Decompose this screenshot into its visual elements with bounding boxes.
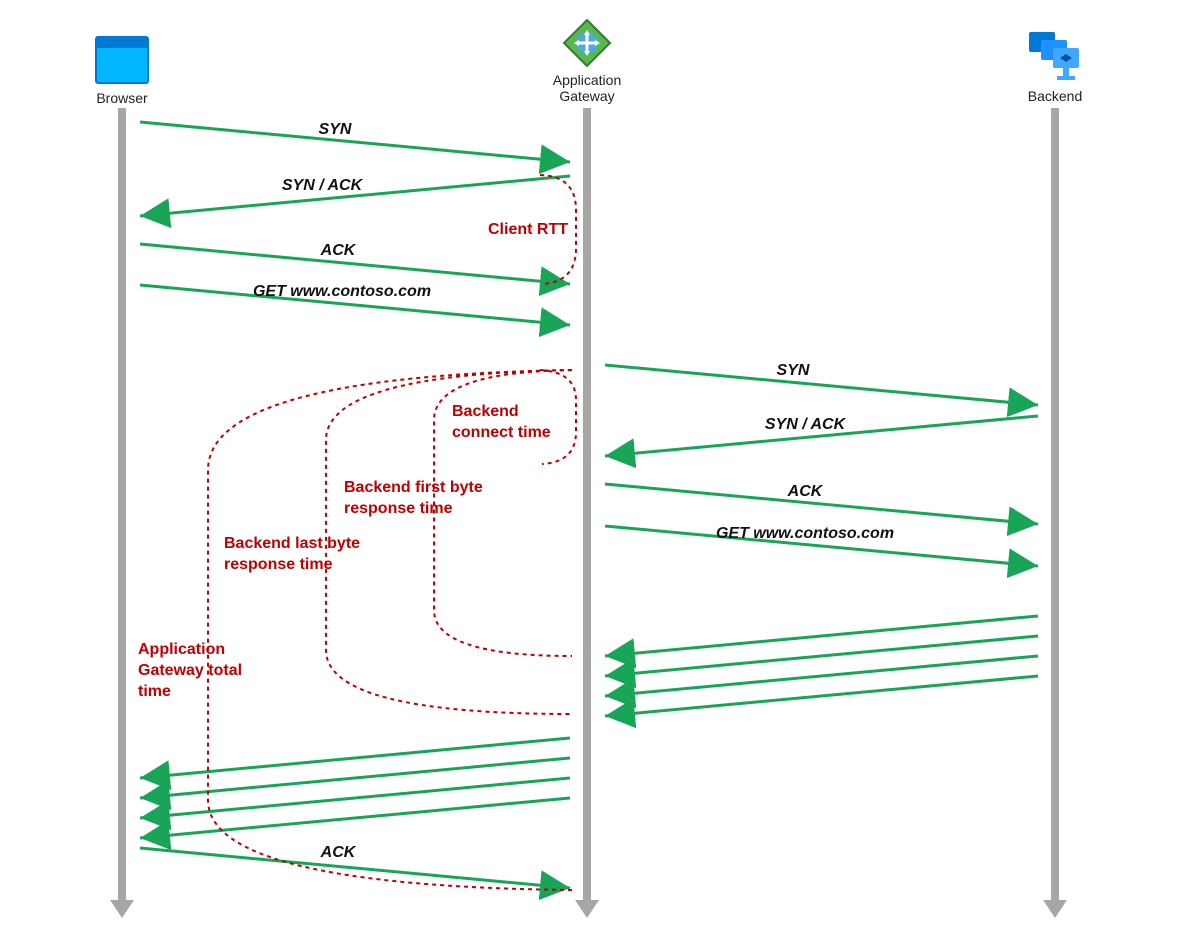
label-backend-get: GET www.contoso.com — [716, 525, 894, 542]
metric-backend-last-byte: Backend last byte response time — [224, 534, 384, 576]
arrow-backend-syn — [605, 365, 1038, 405]
label-client-final-ack: ACK — [320, 844, 357, 861]
label-backend-synack: SYN / ACK — [765, 416, 847, 433]
arrow-client-resp-2 — [140, 758, 570, 798]
sequence-diagram: Browser Application Gateway Backend — [0, 0, 1200, 942]
arrow-client-resp-4 — [140, 798, 570, 838]
arrows-layer: SYN SYN / ACK ACK GET www.contoso.com SY… — [0, 0, 1200, 942]
arrow-client-resp-1 — [140, 738, 570, 778]
label-client-get: GET www.contoso.com — [253, 283, 431, 300]
arrow-backend-resp-4 — [605, 676, 1038, 716]
arrow-client-syn — [140, 122, 570, 162]
metric-client-rtt: Client RTT — [488, 220, 568, 241]
label-backend-syn: SYN — [777, 362, 810, 379]
arrow-backend-resp-1 — [605, 616, 1038, 656]
label-client-ack: ACK — [320, 242, 357, 259]
arrow-client-resp-3 — [140, 778, 570, 818]
arrow-backend-resp-3 — [605, 656, 1038, 696]
label-backend-ack: ACK — [787, 483, 824, 500]
arrow-backend-resp-2 — [605, 636, 1038, 676]
label-client-syn: SYN — [319, 121, 352, 138]
label-client-synack: SYN / ACK — [282, 177, 364, 194]
metric-agw-total: Application Gateway total time — [138, 640, 268, 702]
metric-backend-first-byte: Backend first byte response time — [344, 478, 514, 520]
metric-agw-total-bracket — [208, 370, 572, 890]
metric-backend-connect: Backend connect time — [452, 402, 572, 444]
